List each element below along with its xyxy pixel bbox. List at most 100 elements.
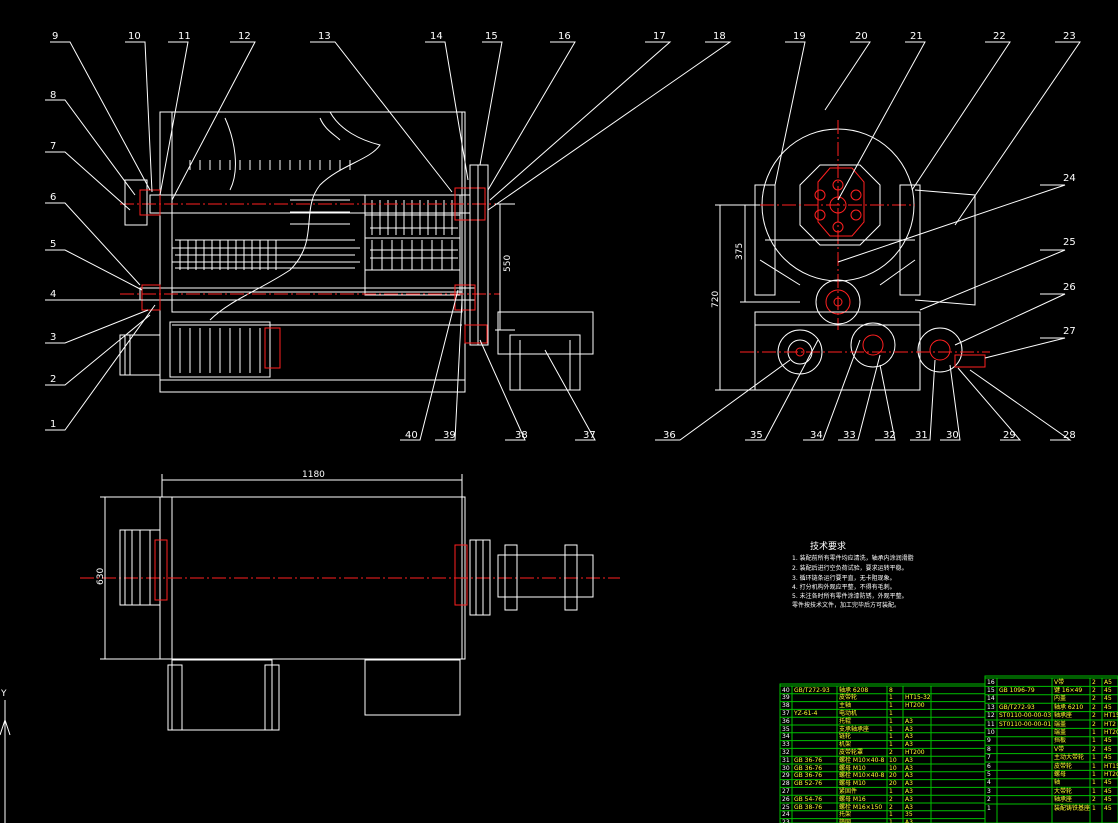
bom-cell: HT200 xyxy=(905,748,925,756)
bom-cell: HT15-32 xyxy=(905,694,931,702)
callout-31: 31 xyxy=(915,430,928,441)
bom-cell: 螺母 M16 xyxy=(839,795,866,803)
bom-cell: GB 38-76 xyxy=(794,803,823,811)
bom-cell: GB/T272-93 xyxy=(999,703,1035,711)
bom-cell: HT200 xyxy=(905,702,925,710)
bom-cell: 13 xyxy=(987,703,995,711)
bom-cell: 1 xyxy=(1092,779,1096,787)
bom-cell: A3 xyxy=(905,787,913,795)
bom-cell: 端盖 xyxy=(1054,720,1067,728)
bom-cell: 14 xyxy=(987,695,995,703)
bom-cell: GB 52-76 xyxy=(794,780,823,788)
dim-630: 630 xyxy=(96,568,106,585)
callout-8: 8 xyxy=(50,90,56,101)
callout-27: 27 xyxy=(1063,326,1076,337)
callout-29: 29 xyxy=(1003,430,1016,441)
bom-cell: 10 xyxy=(987,728,995,736)
bom-cell: 24 xyxy=(782,811,790,819)
bom-cell: 16 xyxy=(987,678,995,686)
bom-cell: A5 xyxy=(1104,678,1112,686)
callout-10: 10 xyxy=(128,31,141,42)
bom-cell: GB 54-76 xyxy=(794,795,823,803)
callout-2: 2 xyxy=(50,374,56,385)
bom-cell: 1 xyxy=(889,819,893,823)
bom-cell: 31 xyxy=(782,756,790,764)
bom-cell: 螺栓 M10×40-8 xyxy=(839,756,885,764)
bom-cell: 45 xyxy=(1104,796,1112,804)
callout-38: 38 xyxy=(515,430,528,441)
bom-cell: 主动大带轮 xyxy=(1054,754,1085,762)
bom-cell: 1 xyxy=(889,725,893,733)
callout-19: 19 xyxy=(793,31,806,42)
bom-cell: 12 xyxy=(987,712,995,720)
bom-cell: 2 xyxy=(987,796,991,804)
cad-drawing-canvas: 550 7 20 375 1180 630 Y 9 10 11 12 13 14 … xyxy=(0,0,1118,823)
bom-cell: 26 xyxy=(782,795,790,803)
callout-14: 14 xyxy=(430,31,443,42)
bom-cell: 30 xyxy=(782,764,790,772)
bom-cell: 轴承座 xyxy=(1054,796,1073,804)
bom-cell: A3 xyxy=(905,756,913,764)
bom-cell: 紧固件 xyxy=(839,787,858,795)
bom-cell: 1 xyxy=(889,733,893,741)
bom-cell: 1 xyxy=(889,717,893,725)
callout-1: 1 xyxy=(50,419,56,430)
bom-cell: 20 xyxy=(889,780,897,788)
callout-15: 15 xyxy=(485,31,498,42)
callout-16: 16 xyxy=(558,31,571,42)
bom-cell: GB 36-76 xyxy=(794,756,823,764)
bom-cell: 45 xyxy=(1104,745,1112,753)
callout-25: 25 xyxy=(1063,237,1076,248)
callout-34: 34 xyxy=(810,430,823,441)
bom-cell: 轴承座 xyxy=(1054,712,1073,720)
svg-text:Y: Y xyxy=(0,689,7,699)
bom-cell: 1 xyxy=(889,694,893,702)
bom-cell: 45 xyxy=(1104,754,1112,762)
bom-cell: YZ-61-4 xyxy=(794,709,818,717)
bom-cell: 1 xyxy=(889,811,893,819)
callout-36: 36 xyxy=(663,430,676,441)
bom-cell: A3 xyxy=(905,764,913,772)
tech-line-6: 零件按技术文件，加工完毕后方可装配。 xyxy=(792,602,901,609)
bom-cell: 1 xyxy=(1092,787,1096,795)
bom-cell: A3 xyxy=(905,819,913,823)
bom-cell: HT2 xyxy=(1104,720,1116,728)
bom-cell: 36 xyxy=(782,717,790,725)
front-view: 550 xyxy=(119,111,594,393)
callout-30: 30 xyxy=(946,430,959,441)
bom-cell: 45 xyxy=(1104,695,1112,703)
bom-cell: 端盖 xyxy=(1054,728,1067,736)
bom-cell: 轴承 6210 xyxy=(1054,703,1084,711)
bom-cell: 装配铸铁基座 xyxy=(1054,804,1091,812)
callout-18: 18 xyxy=(713,31,726,42)
callout-40: 40 xyxy=(405,430,418,441)
tech-line-5: 5. 未注各时所有零件涂漆防锈，外观平整。 xyxy=(792,593,908,600)
bom-cell: 2 xyxy=(1092,796,1096,804)
bom-cell: HT20 xyxy=(1104,728,1118,736)
bom-cell: 1 xyxy=(1092,728,1096,736)
tech-requirements-title: 技术要求 xyxy=(810,542,847,552)
bom-cell: 10 xyxy=(889,756,897,764)
callout-24: 24 xyxy=(1063,173,1076,184)
bom-cell: 2 xyxy=(889,748,893,756)
bom-cell: A3 xyxy=(905,772,913,780)
bom-cell: 2 xyxy=(889,795,893,803)
bom-cell: 大带轮 xyxy=(1054,787,1073,795)
dim-375: 375 xyxy=(735,243,745,260)
bom-cell: V带 xyxy=(1054,678,1065,686)
bom-cell: 37 xyxy=(782,709,790,717)
bom-cell: 45 xyxy=(1104,804,1112,812)
callout-37: 37 xyxy=(583,430,596,441)
bom-cell: 25 xyxy=(782,803,790,811)
bom-cell: 2 xyxy=(1092,745,1096,753)
callout-35: 35 xyxy=(750,430,763,441)
bom-cell: 2 xyxy=(889,803,893,811)
bom-cell: A3 xyxy=(905,717,913,725)
bom-cell: 1 xyxy=(1092,754,1096,762)
bom-cell: 8 xyxy=(987,745,991,753)
callout-28: 28 xyxy=(1063,430,1076,441)
tech-line-2: 2. 装配后进行空负荷试验，要求运转平稳。 xyxy=(792,565,908,572)
bom-cell: 6 xyxy=(987,762,991,770)
bom-cell: 皮带轮 xyxy=(1054,762,1073,770)
bom-cell: 7 xyxy=(987,754,991,762)
